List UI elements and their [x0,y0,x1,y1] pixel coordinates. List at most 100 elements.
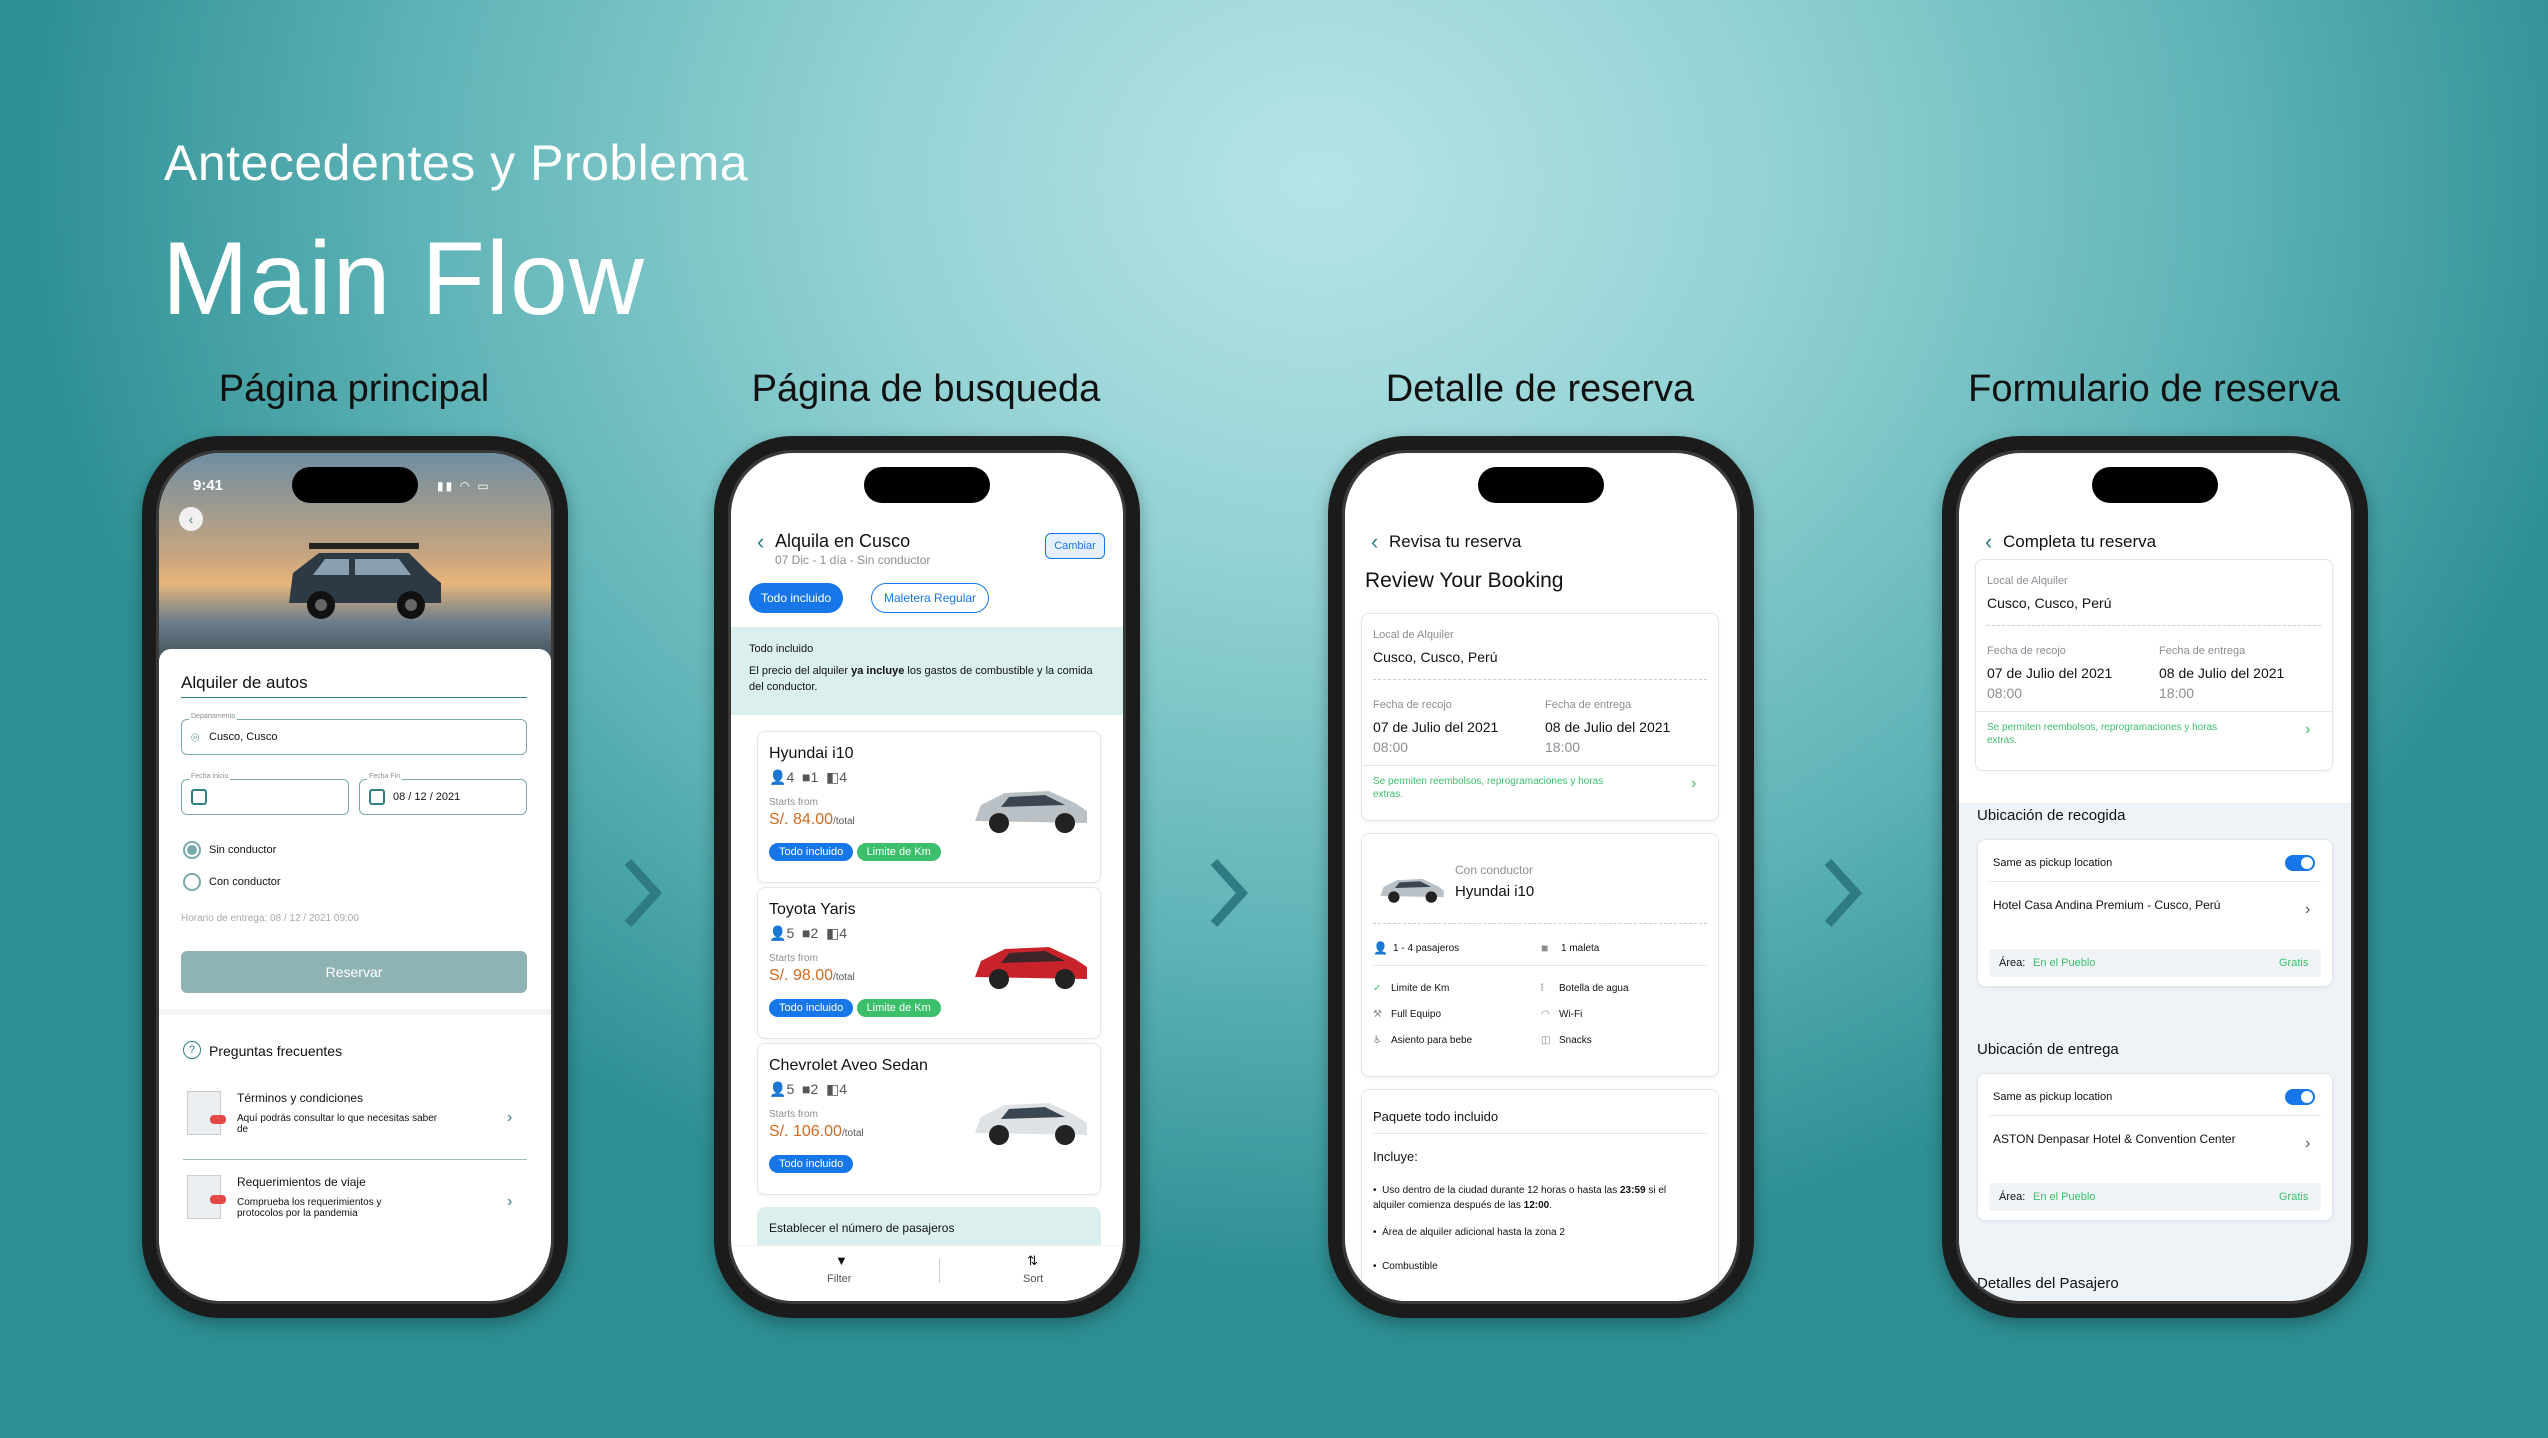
tag-todo-incluido: Todo incluido [769,999,854,1017]
info-title: Todo incluido [749,643,814,655]
flow-arrow-icon [624,858,662,928]
car-specs: 👤5 ■2 ◧4 [769,925,848,941]
end-label: Fecha Fin [367,773,403,780]
car-image [289,543,441,619]
same-location-toggle[interactable] [2285,1089,2315,1105]
filter-label[interactable]: Filter [827,1273,851,1285]
faq1-title[interactable]: Términos y condiciones [237,1091,363,1105]
refund-note: Se permiten reembolsos, reprogramaciones… [1987,722,2218,746]
status-time: 9:41 [193,477,224,494]
drop-date: 08 de Julio del 2021 [2159,665,2285,681]
feature-water: Botella de agua [1559,983,1629,994]
end-date-value: 08 / 12 / 2021 [393,791,461,803]
car-model: Hyundai i10 [1455,883,1535,900]
tag-limite-km: Limite de Km [856,999,941,1017]
car-image-red [975,947,1087,989]
faq2-title[interactable]: Requerimientos de viaje [237,1175,366,1189]
refund-note: Se permiten reembolsos, reprogramaciones… [1373,776,1604,800]
local-label: Local de Alquiler [1987,575,2068,587]
radio-sin-conductor[interactable] [183,841,201,859]
person-icon: 👤 [769,925,787,941]
header-title: Completa tu reserva [2003,532,2157,551]
phone-home: 9:41 ▮▮ ◠ ▭ ‹ Alquiler de autos Departam… [142,436,568,1318]
pick-date: 07 de Julio del 2021 [1987,665,2113,681]
phone-title-search: Página de busqueda [751,368,1101,410]
car-image-silver [1380,878,1444,903]
filter-icon[interactable]: ▼ [835,1253,848,1268]
chevron-right-icon[interactable]: › [507,1109,512,1127]
back-icon[interactable]: ‹ [757,529,764,555]
chevron-right-icon[interactable]: › [2305,901,2310,919]
car-specs: 👤5 ■2 ◧4 [769,1081,848,1097]
bottom-bar [731,1245,1123,1301]
feature-equipment: Full Equipo [1391,1009,1442,1020]
chip-maletera[interactable]: Maletera Regular [871,583,990,613]
snack-icon: ◫ [1541,1035,1551,1046]
pick-time: 08:00 [1373,739,1409,755]
dynamic-island [1478,467,1604,503]
sort-icon[interactable]: ⇅ [1027,1253,1038,1269]
same-location-label: Same as pickup location [1993,1091,2113,1103]
flow-arrow-icon [1824,858,1862,928]
car-price: S/. 98.00/total [769,967,855,984]
same-location-toggle[interactable] [2285,855,2315,871]
car-image-white [975,1103,1087,1145]
chip-todo-incluido[interactable]: Todo incluido [749,583,844,613]
area-label: Área: [1999,957,2026,969]
car-name: Chevrolet Aveo Sedan [769,1057,928,1074]
document-icon [187,1091,226,1135]
drop-hotel[interactable]: ASTON Denpasar Hotel & Convention Center [1993,1131,2263,1147]
local-value: Cusco, Cusco, Perú [1373,649,1498,665]
bottle-icon: ǐ [1541,983,1544,994]
bullet-1: • Uso dentro de la ciudad durante 12 hor… [1373,1185,1667,1211]
dynamic-island [864,467,990,503]
pickup-hotel[interactable]: Hotel Casa Andina Premium - Cusco, Perú [1993,897,2263,913]
phone-title-home: Página principal [218,368,490,410]
package-title: Paquete todo incluido [1373,1109,1499,1124]
phone-detail: ‹ Revisa tu reserva Review Your Booking … [1328,436,1754,1318]
chevron-right-icon[interactable]: › [1691,775,1696,793]
back-icon[interactable]: ‹ [1371,529,1378,555]
passenger-title: Establecer el número de pasajeros [769,1221,955,1235]
flow-arrow-icon [1210,858,1248,928]
section-subtitle: Antecedentes y Problema [164,135,749,191]
heading: Review Your Booking [1365,569,1564,592]
feature-baby: Asiento para bebe [1391,1035,1473,1046]
info-text: El precio del alquiler ya incluye los ga… [749,665,1093,693]
bullet-3: • Combustible [1373,1261,1438,1272]
bags: 1 maleta [1561,943,1600,954]
check-icon: ✓ [1373,983,1382,994]
header-title: Revisa tu reserva [1389,532,1522,551]
tag-todo-incluido: Todo incluido [769,843,854,861]
free-label: Gratis [2279,1191,2309,1203]
chevron-right-icon[interactable]: › [2305,721,2310,739]
document-icon [187,1175,226,1219]
drop-label: Fecha de entrega [2159,645,2246,657]
equipment-icon: ⚒ [1373,1009,1382,1020]
start-label: Fecha inicio [189,773,231,780]
drop-time: 18:00 [1545,739,1581,755]
feature-km: Limite de Km [1391,983,1450,994]
starts-from: Starts from [769,1109,818,1120]
chevron-right-icon[interactable]: › [2305,1135,2310,1153]
radio-con-conductor[interactable] [183,873,201,891]
reserve-button[interactable]: Reservar [181,951,527,993]
delivery-time: Horario de entrega: 08 / 12 / 2021 09:00 [181,913,359,924]
drop-label: Fecha de entrega [1545,699,1632,711]
help-icon: ? [183,1041,201,1059]
sort-label[interactable]: Sort [1023,1273,1043,1285]
calendar-icon [191,789,207,805]
area-label: Área: [1999,1191,2026,1203]
starts-from: Starts from [769,797,818,808]
wifi-icon: ◠ [1541,1009,1550,1020]
bullet-2: • Área de alquiler adicional hasta la zo… [1373,1227,1565,1238]
chevron-right-icon[interactable]: › [507,1193,512,1211]
phone-form: ‹ Completa tu reserva Local de Alquiler … [1942,436,2368,1318]
back-icon[interactable]: ‹ [179,507,203,531]
door-icon: ◧ [826,1081,840,1097]
local-value: Cusco, Cusco, Perú [1987,595,2112,611]
back-icon[interactable]: ‹ [1985,529,1992,555]
dept-label: Departamento [189,713,238,720]
change-button[interactable]: Cambiar [1045,533,1105,559]
door-icon: ◧ [826,769,840,785]
